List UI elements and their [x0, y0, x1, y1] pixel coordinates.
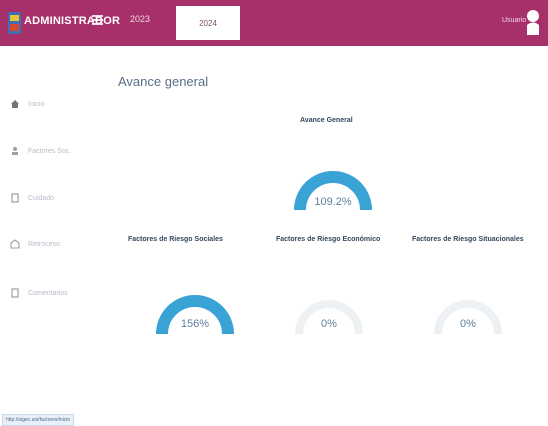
user-label[interactable]: Usuario	[502, 17, 526, 24]
gauge-title: Factores de Riesgo Situacionales	[412, 236, 524, 243]
gauge-title: Factores de Riesgo Económico	[276, 236, 381, 243]
sidebar-item-label: Retroceso	[28, 240, 60, 248]
user-avatar-icon[interactable]	[526, 9, 540, 35]
building-icon	[10, 239, 20, 249]
sidebar-item-inicio[interactable]: Inicio	[10, 96, 44, 112]
sidebar-item-label: Comentarios	[28, 289, 68, 297]
sidebar-item-comentarios[interactable]: Comentarios	[10, 285, 68, 301]
gauge-value: 0%	[321, 318, 337, 330]
sidebar-item-label: Inicio	[28, 100, 45, 108]
people-icon	[12, 147, 18, 155]
sidebar-item-label: Factores Soc.	[28, 147, 72, 155]
status-bar-url: http://sigec.uni/factores/inicio	[2, 414, 75, 426]
gauge-value: 109.2%	[314, 196, 352, 208]
top-bar: ADMINISTRADOR 2023 2024 Usuario	[0, 0, 548, 46]
gauge-value: 156%	[180, 318, 210, 330]
document-icon	[11, 193, 19, 203]
gauge-value: 0%	[460, 318, 476, 330]
home-icon	[11, 100, 19, 108]
sidebar: Inicio Factores Soc. Cuidado Retroceso C…	[0, 46, 100, 386]
sidebar-item-cuidado[interactable]: Cuidado	[10, 190, 54, 206]
sidebar-item-factores[interactable]: Factores Soc.	[10, 143, 71, 159]
logo-icon	[8, 12, 21, 34]
gauge-title: Factores de Riesgo Sociales	[128, 236, 223, 243]
sidebar-item-retroceso[interactable]: Retroceso	[10, 236, 60, 252]
sidebar-item-label: Cuidado	[28, 194, 55, 202]
gauge-title: Avance General	[300, 117, 353, 124]
app-title: ADMINISTRADOR	[24, 15, 121, 27]
menu-icon[interactable]	[92, 15, 103, 26]
page-heading: Avance general	[118, 74, 209, 89]
document-icon	[11, 288, 19, 298]
year-tab-2024[interactable]: 2024	[176, 6, 240, 40]
year-tab-2023[interactable]: 2023	[130, 14, 150, 24]
